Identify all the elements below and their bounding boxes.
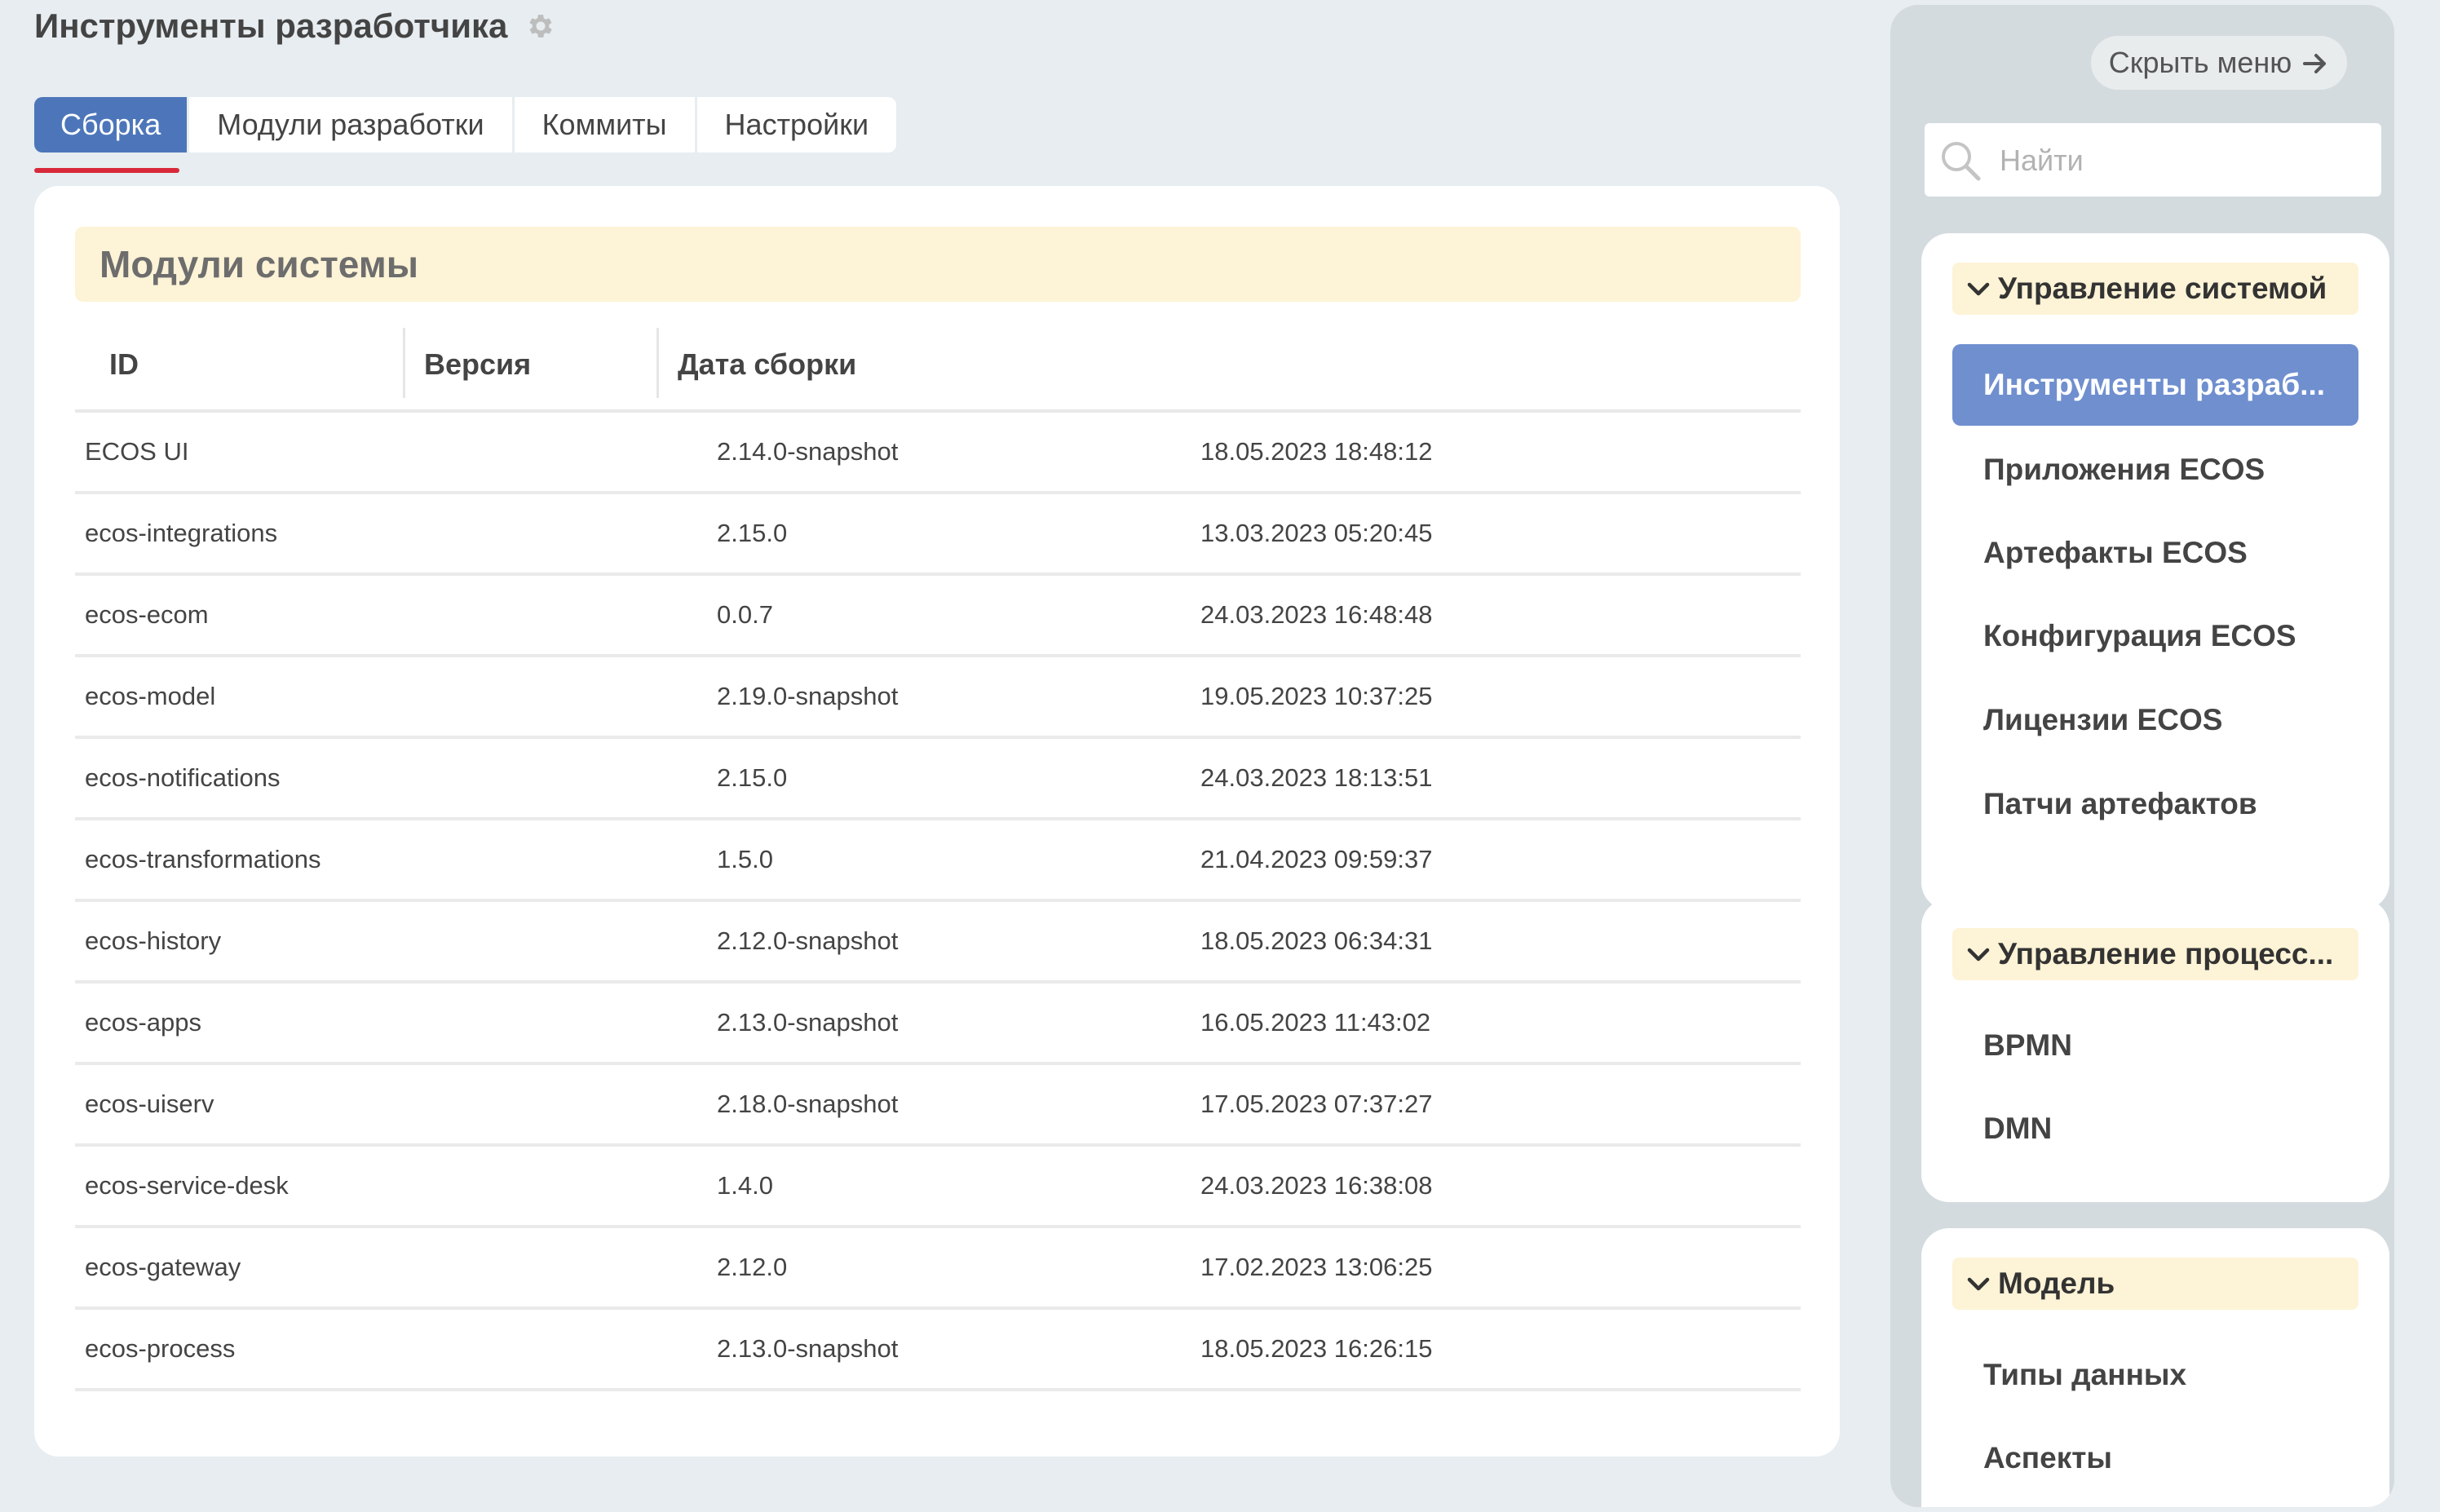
arrow-right-icon xyxy=(2303,36,2329,90)
menu-section-header-process[interactable]: Управление процесс... xyxy=(1952,928,2358,980)
table-row[interactable]: ecos-history 2.12.0-snapshot 18.05.2023 06… xyxy=(75,902,1801,984)
gear-icon[interactable] xyxy=(525,11,556,42)
menu-item-ecos-config[interactable]: Конфигурация ECOS xyxy=(1952,595,2358,677)
sidebar: Скрыть меню Управление системой Инструме… xyxy=(1890,5,2394,1507)
cell-version: 0.0.7 xyxy=(717,600,773,629)
cell-build-date: 18.05.2023 16:26:15 xyxy=(1200,1334,1433,1363)
cell-module-id: ecos-history xyxy=(85,926,222,955)
table-row[interactable]: ecos-uiserv 2.18.0-snapshot 17.05.2023 07:… xyxy=(75,1065,1801,1147)
cell-module-id: ecos-gateway xyxy=(85,1253,241,1281)
cell-build-date: 17.05.2023 07:37:27 xyxy=(1200,1090,1433,1118)
search-box xyxy=(1925,123,2381,198)
menu-section-system: Управление системой Инструменты разраб..… xyxy=(1921,233,2389,910)
hide-menu-label: Скрыть меню xyxy=(2108,46,2292,79)
table-row[interactable]: ecos-model 2.19.0-snapshot 19.05.2023 10:3… xyxy=(75,657,1801,739)
cell-build-date: 19.05.2023 10:37:25 xyxy=(1200,682,1433,710)
table-row[interactable]: ecos-gateway 2.12.0 17.02.2023 13:06:25 xyxy=(75,1228,1801,1310)
cell-module-id: ecos-service-desk xyxy=(85,1171,289,1200)
table-body: ECOS UI 2.14.0-snapshot 18.05.2023 18:48:1… xyxy=(75,413,1801,1391)
tab-commits[interactable]: Коммиты xyxy=(514,97,695,153)
menu-item-artifact-patches[interactable]: Патчи артефактов xyxy=(1952,763,2358,845)
active-tab-indicator xyxy=(34,168,179,173)
column-header-version[interactable]: Версия xyxy=(424,320,531,409)
table-row[interactable]: ecos-apps 2.13.0-snapshot 16.05.2023 11:43… xyxy=(75,984,1801,1065)
cell-build-date: 17.02.2023 13:06:25 xyxy=(1200,1253,1433,1281)
cell-module-id: ecos-uiserv xyxy=(85,1090,214,1118)
page-title-text: Инструменты разработчика xyxy=(34,7,508,45)
table-row[interactable]: ECOS UI 2.14.0-snapshot 18.05.2023 18:48:1… xyxy=(75,413,1801,494)
search-input[interactable] xyxy=(1998,123,2368,198)
menu-section-title: Модель xyxy=(1998,1267,2115,1300)
menu-section-title: Управление процесс... xyxy=(1998,937,2334,970)
cell-version: 1.5.0 xyxy=(717,845,773,873)
column-header-build-date[interactable]: Дата сборки xyxy=(678,320,856,409)
menu-item-aspects[interactable]: Аспекты xyxy=(1952,1417,2358,1499)
hide-menu-button[interactable]: Скрыть меню xyxy=(2091,36,2347,90)
cell-version: 2.13.0-snapshot xyxy=(717,1334,899,1363)
cell-module-id: ecos-notifications xyxy=(85,763,281,792)
cell-version: 2.13.0-snapshot xyxy=(717,1008,899,1037)
table-row[interactable]: ecos-integrations 2.15.0 13.03.2023 05:20:… xyxy=(75,494,1801,576)
column-resizer[interactable] xyxy=(656,328,659,398)
menu-section-model: Модель Типы данных Аспекты xyxy=(1921,1228,2389,1507)
chevron-down-icon xyxy=(1967,282,1990,296)
cell-build-date: 13.03.2023 05:20:45 xyxy=(1200,519,1433,547)
tab-settings[interactable]: Настройки xyxy=(696,97,897,153)
cell-version: 2.18.0-snapshot xyxy=(717,1090,899,1118)
menu-section-header-system[interactable]: Управление системой xyxy=(1952,263,2358,315)
cell-build-date: 16.05.2023 11:43:02 xyxy=(1200,1008,1431,1037)
chevron-down-icon xyxy=(1967,948,1990,962)
menu-item-dmn[interactable]: DMN xyxy=(1952,1088,2358,1169)
search-icon xyxy=(1939,139,1982,182)
cell-build-date: 18.05.2023 18:48:12 xyxy=(1200,437,1433,466)
cell-module-id: ecos-model xyxy=(85,682,216,710)
cell-module-id: ecos-integrations xyxy=(85,519,278,547)
table-row[interactable]: ecos-service-desk 1.4.0 24.03.2023 16:38:0… xyxy=(75,1147,1801,1228)
cell-build-date: 21.04.2023 09:59:37 xyxy=(1200,845,1433,873)
cell-version: 2.14.0-snapshot xyxy=(717,437,899,466)
cell-version: 2.15.0 xyxy=(717,763,788,792)
cell-version: 2.12.0-snapshot xyxy=(717,926,899,955)
cell-build-date: 18.05.2023 06:34:31 xyxy=(1200,926,1433,955)
cell-module-id: ECOS UI xyxy=(85,437,189,466)
page-title: Инструменты разработчика xyxy=(34,7,556,46)
menu-item-data-types[interactable]: Типы данных xyxy=(1952,1334,2358,1416)
section-title: Модули системы xyxy=(75,227,1801,302)
menu-item-ecos-artifacts[interactable]: Артефакты ECOS xyxy=(1952,512,2358,594)
cell-build-date: 24.03.2023 16:38:08 xyxy=(1200,1171,1433,1200)
menu-item-ecos-apps[interactable]: Приложения ECOS xyxy=(1952,429,2358,511)
menu-item-ecos-licenses[interactable]: Лицензии ECOS xyxy=(1952,679,2358,761)
column-header-id[interactable]: ID xyxy=(109,320,139,409)
cell-module-id: ecos-apps xyxy=(85,1008,202,1037)
menu-section-title: Управление системой xyxy=(1998,272,2327,305)
cell-version: 1.4.0 xyxy=(717,1171,773,1200)
table-row[interactable]: ecos-process 2.13.0-snapshot 18.05.2023 16… xyxy=(75,1310,1801,1391)
chevron-down-icon xyxy=(1967,1277,1990,1291)
menu-section-process: Управление процесс... BPMN DMN xyxy=(1921,899,2389,1202)
cell-version: 2.19.0-snapshot xyxy=(717,682,899,710)
menu-item-dev-tools[interactable]: Инструменты разраб... xyxy=(1952,344,2358,426)
cell-module-id: ecos-ecom xyxy=(85,600,209,629)
table-header: ID Версия Дата сборки xyxy=(75,320,1801,413)
table-row[interactable]: ecos-transformations 1.5.0 21.04.2023 09:5… xyxy=(75,820,1801,902)
modules-table: ID Версия Дата сборки ECOS UI 2.14.0-snap… xyxy=(75,320,1801,1391)
cell-build-date: 24.03.2023 16:48:48 xyxy=(1200,600,1433,629)
tab-bar: Сборка Модули разработки Коммиты Настрой… xyxy=(34,97,897,153)
cell-module-id: ecos-transformations xyxy=(85,845,321,873)
column-resizer[interactable] xyxy=(403,328,405,398)
table-row[interactable]: ecos-notifications 2.15.0 24.03.2023 18:13… xyxy=(75,739,1801,820)
cell-build-date: 24.03.2023 18:13:51 xyxy=(1200,763,1433,792)
menu-item-bpmn[interactable]: BPMN xyxy=(1952,1005,2358,1086)
tab-dev-modules[interactable]: Модули разработки xyxy=(189,97,512,153)
tab-build[interactable]: Сборка xyxy=(34,97,188,153)
cell-version: 2.12.0 xyxy=(717,1253,788,1281)
cell-module-id: ecos-process xyxy=(85,1334,236,1363)
cell-version: 2.15.0 xyxy=(717,519,788,547)
modules-panel: Модули системы ID Версия Дата сборки ECO… xyxy=(34,186,1840,1457)
table-row[interactable]: ecos-ecom 0.0.7 24.03.2023 16:48:48 xyxy=(75,576,1801,657)
menu-section-header-model[interactable]: Модель xyxy=(1952,1258,2358,1310)
